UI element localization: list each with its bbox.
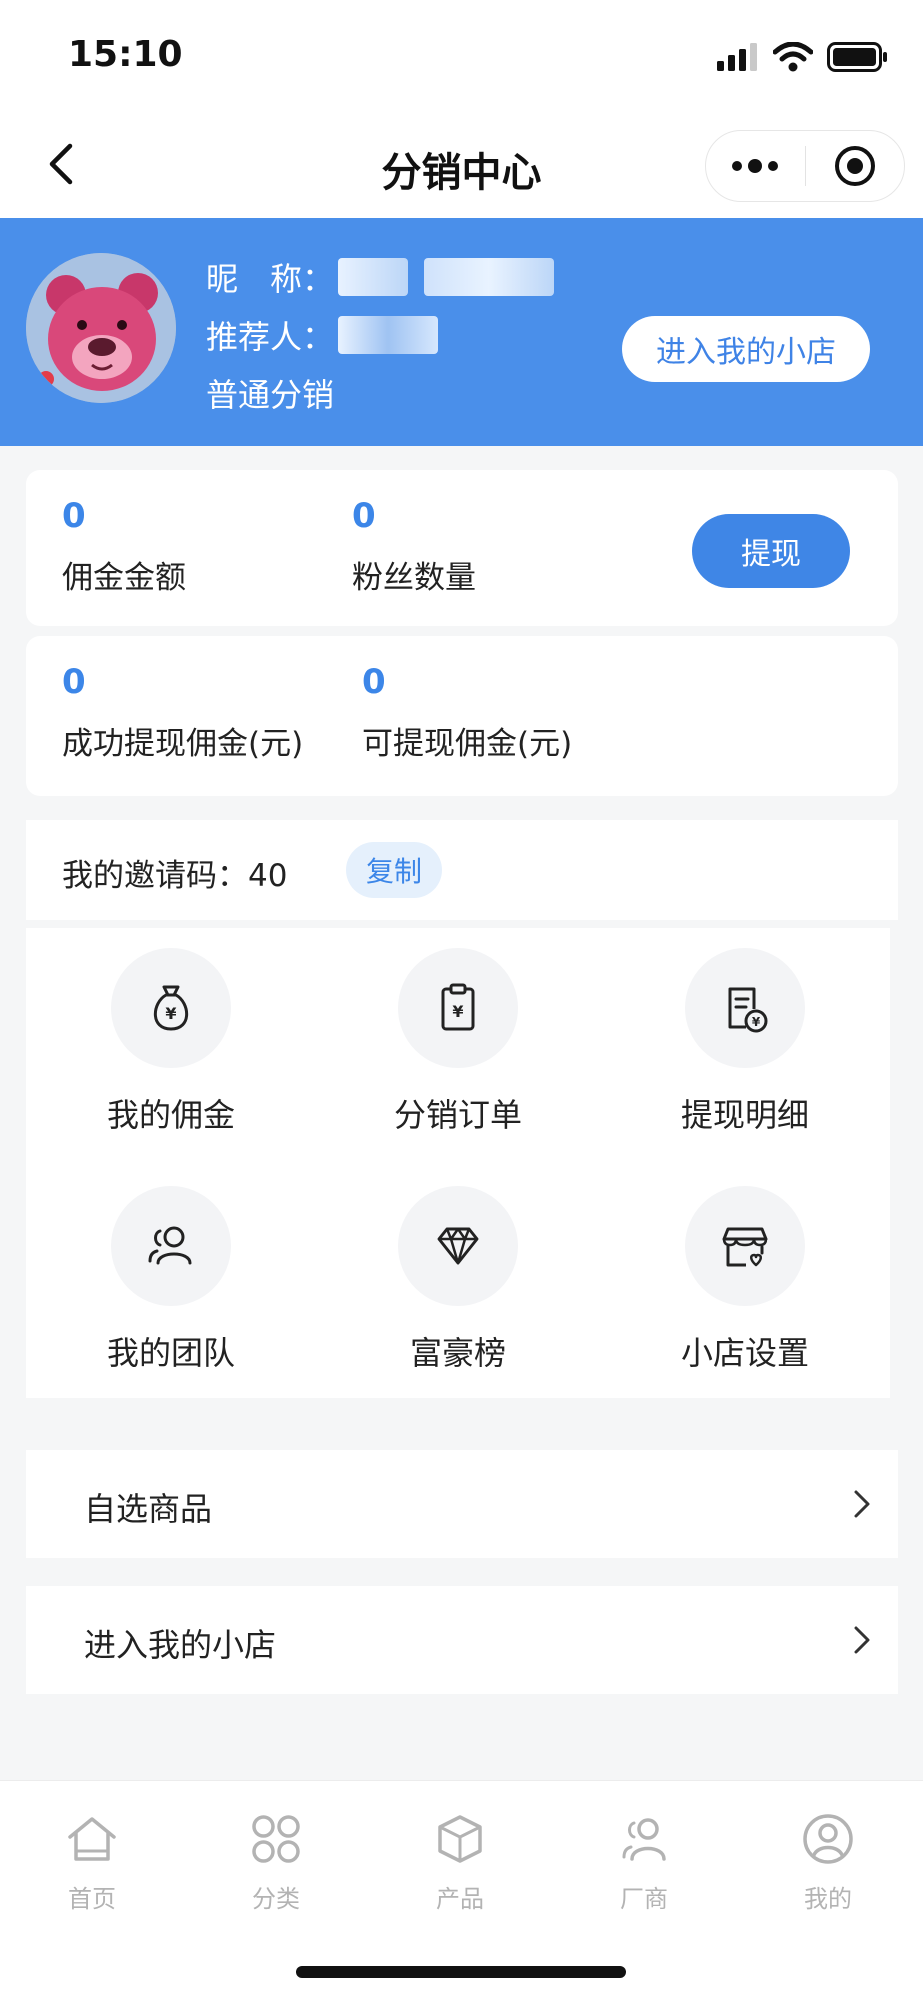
tab-label: 我的 (804, 1885, 852, 1913)
stat-label: 成功提现佣金(元) (62, 726, 304, 762)
avatar[interactable] (26, 253, 176, 403)
order-clipboard-icon: ¥ (441, 983, 475, 1031)
grid-label: 我的团队 (106, 1334, 235, 1372)
mini-program-capsule (705, 130, 905, 202)
team-icon (148, 1226, 192, 1265)
home-indicator[interactable] (296, 1966, 626, 1978)
tab-label: 首页 (68, 1885, 116, 1913)
chevron-right-icon (854, 1490, 870, 1518)
tab-mine[interactable]: 我的 (736, 1811, 920, 1914)
product-box-icon (438, 1815, 482, 1863)
shop-settings-icon (722, 1227, 768, 1267)
copy-invite-code-button[interactable]: 复制 (346, 842, 442, 898)
battery-icon (827, 42, 887, 72)
stat-value: 0 (352, 496, 376, 536)
stat-value: 0 (362, 662, 386, 702)
tab-label: 厂商 (620, 1885, 668, 1913)
bear-avatar-image (26, 253, 176, 403)
invite-code-card: 我的邀请码：40 复制 (26, 820, 898, 920)
status-icons (717, 42, 889, 72)
grid-icon-bg (398, 1186, 518, 1306)
profile-header: 昵 称： 推荐人： 普通分销 进入我的小店 (0, 218, 923, 446)
diamond-icon (437, 1227, 479, 1265)
stat-label: 佣金金额 (62, 560, 186, 596)
list-item-selected-products[interactable]: 自选商品 (26, 1450, 898, 1558)
category-icon (252, 1815, 300, 1863)
referrer-label: 推荐人： (206, 318, 335, 356)
list-item-label: 自选商品 (84, 1490, 213, 1528)
list-item-label: 进入我的小店 (84, 1626, 277, 1664)
stats-card-top: 0 佣金金额 0 粉丝数量 提现 (26, 470, 898, 626)
tab-products[interactable]: 产品 (368, 1811, 552, 1914)
grid-label: 提现明细 (680, 1096, 809, 1134)
more-dots-icon (732, 159, 779, 173)
tab-manufacturers[interactable]: 厂商 (552, 1811, 736, 1914)
grid-icon-bg (111, 1186, 231, 1306)
wifi-icon (773, 42, 813, 72)
stat-value: 0 (62, 496, 86, 536)
home-icon (68, 1817, 116, 1861)
stat-fans-count[interactable]: 0 粉丝数量 (352, 496, 476, 597)
stats-card-bottom: 0 成功提现佣金(元) 0 可提现佣金(元) (26, 636, 898, 796)
grid-item-shop-settings[interactable]: 小店设置 (600, 1166, 890, 1396)
distributor-level: 普通分销 (206, 376, 335, 414)
feature-grid: ¥ 我的佣金 ¥ 分销订单 ¥ 提现明细 我的团队 富豪榜 小店设置 (26, 928, 890, 1398)
target-circle-icon (834, 146, 875, 186)
grid-item-rich-list[interactable]: 富豪榜 (313, 1166, 603, 1396)
invite-code-text: 我的邀请码：40 (62, 850, 287, 895)
grid-item-distribution-orders[interactable]: ¥ 分销订单 (313, 928, 603, 1158)
grid-icon-bg (685, 1186, 805, 1306)
nickname-redacted (338, 258, 409, 296)
profile-icon (803, 1814, 853, 1864)
grid-label: 富豪榜 (409, 1334, 506, 1372)
grid-label: 小店设置 (680, 1334, 809, 1372)
stat-withdrawn-commission[interactable]: 0 成功提现佣金(元) (62, 662, 303, 763)
svg-text:¥: ¥ (165, 1004, 176, 1023)
withdraw-button[interactable]: 提现 (692, 514, 850, 588)
grid-icon-bg: ¥ (398, 948, 518, 1068)
more-button[interactable] (706, 130, 805, 202)
signal-icon (717, 43, 757, 71)
withdraw-detail-icon: ¥ (728, 987, 768, 1033)
chevron-right-icon (854, 1626, 870, 1654)
tab-label: 产品 (436, 1885, 484, 1913)
tab-home[interactable]: 首页 (0, 1811, 184, 1914)
invite-code-label: 我的邀请码： (62, 858, 248, 894)
stat-withdrawable-commission[interactable]: 0 可提现佣金(元) (362, 662, 572, 763)
invite-code-value: 40 (248, 858, 288, 894)
level-row: 普通分销 (206, 364, 554, 422)
grid-icon-bg: ¥ (111, 948, 231, 1068)
stat-label: 可提现佣金(元) (362, 726, 573, 762)
stat-label: 粉丝数量 (352, 560, 476, 596)
money-bag-icon: ¥ (153, 985, 189, 1031)
grid-label: 分销订单 (393, 1096, 522, 1134)
manufacturer-icon (622, 1818, 666, 1861)
close-mini-program-button[interactable] (805, 130, 904, 202)
list-item-enter-my-shop[interactable]: 进入我的小店 (26, 1586, 898, 1694)
svg-text:¥: ¥ (752, 1015, 761, 1029)
nickname-label: 昵 称： (206, 260, 335, 298)
enter-my-shop-button[interactable]: 进入我的小店 (622, 316, 870, 382)
stat-commission-amount[interactable]: 0 佣金金额 (62, 496, 186, 597)
stat-value: 0 (62, 662, 86, 702)
tab-label: 分类 (252, 1885, 300, 1913)
nav-bar: 分销中心 (0, 110, 923, 218)
profile-info: 昵 称： 推荐人： 普通分销 (206, 248, 555, 422)
grid-item-withdraw-details[interactable]: ¥ 提现明细 (600, 928, 890, 1158)
svg-text:¥: ¥ (452, 1002, 463, 1021)
status-bar: 15:10 (0, 0, 923, 110)
grid-item-my-commission[interactable]: ¥ 我的佣金 (26, 928, 316, 1158)
tab-category[interactable]: 分类 (184, 1811, 368, 1914)
nickname-row: 昵 称： (206, 248, 555, 306)
referrer-redacted (338, 316, 439, 354)
nickname-redacted-2 (424, 258, 555, 296)
grid-icon-bg: ¥ (685, 948, 805, 1068)
grid-label: 我的佣金 (106, 1096, 235, 1134)
status-time: 15:10 (68, 34, 183, 75)
referrer-row: 推荐人： (206, 306, 554, 364)
grid-item-my-team[interactable]: 我的团队 (26, 1166, 316, 1396)
